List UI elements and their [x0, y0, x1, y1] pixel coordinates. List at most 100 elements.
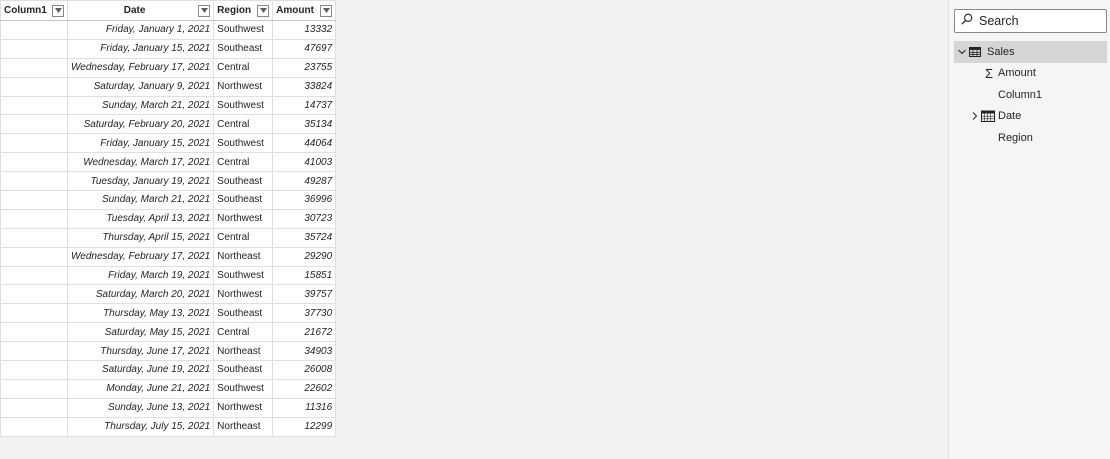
cell-region[interactable]: Northeast [213, 416, 274, 437]
cell-date[interactable]: Wednesday, March 17, 2021 [66, 152, 215, 173]
cell-column1[interactable] [0, 227, 68, 248]
cell-column1[interactable] [0, 360, 68, 380]
cell-amount[interactable]: 35134 [272, 114, 337, 135]
cell-region[interactable]: Southwest [213, 265, 274, 286]
cell-date[interactable]: Saturday, March 20, 2021 [66, 284, 215, 305]
cell-date[interactable]: Wednesday, February 17, 2021 [66, 246, 215, 267]
cell-column1[interactable] [0, 208, 68, 229]
cell-date[interactable]: Friday, March 19, 2021 [66, 265, 215, 286]
filter-dropdown-icon[interactable] [198, 4, 211, 17]
field-region[interactable]: Region [954, 127, 1107, 149]
cell-region[interactable]: Southeast [213, 38, 274, 59]
cell-column1[interactable] [0, 114, 68, 135]
cell-column1[interactable] [0, 303, 68, 324]
cell-column1[interactable] [0, 95, 68, 116]
cell-amount[interactable]: 36996 [272, 190, 337, 210]
cell-amount[interactable]: 35724 [272, 227, 337, 248]
cell-region[interactable]: Southeast [213, 171, 274, 192]
cell-column1[interactable] [0, 378, 68, 399]
column-header-region[interactable]: Region [213, 0, 274, 21]
cell-column1[interactable] [0, 322, 68, 343]
cell-column1[interactable] [0, 416, 68, 437]
cell-region[interactable]: Northwest [213, 284, 274, 305]
cell-region[interactable]: Southwest [213, 133, 274, 154]
cell-amount[interactable]: 15851 [272, 265, 337, 286]
cell-amount[interactable]: 34903 [272, 341, 337, 362]
column-header-column1[interactable]: Column1 [0, 0, 68, 21]
cell-amount[interactable]: 21672 [272, 322, 337, 343]
cell-region[interactable]: Southeast [213, 360, 274, 380]
field-date[interactable]: Date [954, 106, 1107, 128]
cell-date[interactable]: Wednesday, February 17, 2021 [66, 57, 215, 78]
cell-column1[interactable] [0, 284, 68, 305]
cell-region[interactable]: Central [213, 322, 274, 343]
cell-column1[interactable] [0, 57, 68, 78]
cell-region[interactable]: Southeast [213, 303, 274, 324]
tree-table-sales[interactable]: Sales [954, 41, 1107, 63]
cell-column1[interactable] [0, 152, 68, 173]
cell-region[interactable]: Southeast [213, 190, 274, 210]
cell-amount[interactable]: 11316 [272, 397, 337, 418]
cell-column1[interactable] [0, 397, 68, 418]
cell-column1[interactable] [0, 38, 68, 59]
field-amount[interactable]: Σ Amount [954, 63, 1107, 85]
cell-date[interactable]: Thursday, June 17, 2021 [66, 341, 215, 362]
cell-amount[interactable]: 29290 [272, 246, 337, 267]
filter-dropdown-icon[interactable] [52, 4, 64, 17]
cell-region[interactable]: Northwest [213, 208, 274, 229]
cell-date[interactable]: Thursday, July 15, 2021 [66, 416, 215, 437]
column-header-date[interactable]: Date [66, 0, 215, 21]
cell-date[interactable]: Friday, January 15, 2021 [66, 133, 215, 154]
cell-region[interactable]: Northeast [213, 246, 274, 267]
cell-date[interactable]: Saturday, January 9, 2021 [66, 76, 215, 97]
cell-column1[interactable] [0, 246, 68, 267]
cell-date[interactable]: Saturday, February 20, 2021 [66, 114, 215, 135]
cell-region[interactable]: Central [213, 57, 274, 78]
cell-date[interactable]: Thursday, May 13, 2021 [66, 303, 215, 324]
cell-date[interactable]: Saturday, May 15, 2021 [66, 322, 215, 343]
cell-region[interactable]: Central [213, 114, 274, 135]
cell-region[interactable]: Central [213, 227, 274, 248]
cell-column1[interactable] [0, 190, 68, 210]
cell-date[interactable]: Sunday, March 21, 2021 [66, 95, 215, 116]
fields-search-input[interactable]: Search [954, 9, 1107, 33]
cell-amount[interactable]: 26008 [272, 360, 337, 380]
cell-amount[interactable]: 22602 [272, 378, 337, 399]
cell-region[interactable]: Northwest [213, 76, 274, 97]
cell-date[interactable]: Tuesday, January 19, 2021 [66, 171, 215, 192]
cell-region[interactable]: Northwest [213, 397, 274, 418]
cell-amount[interactable]: 37730 [272, 303, 337, 324]
cell-region[interactable]: Central [213, 152, 274, 173]
chevron-right-icon[interactable] [969, 110, 981, 122]
cell-region[interactable]: Southwest [213, 20, 274, 40]
cell-amount[interactable]: 49287 [272, 171, 337, 192]
cell-amount[interactable]: 33824 [272, 76, 337, 97]
filter-dropdown-icon[interactable] [257, 4, 270, 17]
cell-date[interactable]: Sunday, March 21, 2021 [66, 190, 215, 210]
field-column1[interactable]: Column1 [954, 84, 1107, 106]
cell-column1[interactable] [0, 341, 68, 362]
cell-date[interactable]: Monday, June 21, 2021 [66, 378, 215, 399]
cell-column1[interactable] [0, 76, 68, 97]
cell-column1[interactable] [0, 20, 68, 40]
cell-region[interactable]: Southwest [213, 378, 274, 399]
cell-date[interactable]: Friday, January 1, 2021 [66, 20, 215, 40]
cell-amount[interactable]: 39757 [272, 284, 337, 305]
cell-date[interactable]: Thursday, April 15, 2021 [66, 227, 215, 248]
cell-date[interactable]: Tuesday, April 13, 2021 [66, 208, 215, 229]
cell-date[interactable]: Saturday, June 19, 2021 [66, 360, 215, 380]
cell-region[interactable]: Northeast [213, 341, 274, 362]
column-header-amount[interactable]: Amount [272, 0, 337, 21]
cell-amount[interactable]: 14737 [272, 95, 337, 116]
cell-amount[interactable]: 13332 [272, 20, 337, 40]
cell-amount[interactable]: 41003 [272, 152, 337, 173]
cell-date[interactable]: Friday, January 15, 2021 [66, 38, 215, 59]
cell-column1[interactable] [0, 171, 68, 192]
cell-amount[interactable]: 30723 [272, 208, 337, 229]
cell-amount[interactable]: 12299 [272, 416, 337, 437]
filter-dropdown-icon[interactable] [320, 4, 333, 17]
cell-amount[interactable]: 44064 [272, 133, 337, 154]
chevron-down-icon[interactable] [956, 46, 968, 58]
cell-region[interactable]: Southwest [213, 95, 274, 116]
cell-date[interactable]: Sunday, June 13, 2021 [66, 397, 215, 418]
